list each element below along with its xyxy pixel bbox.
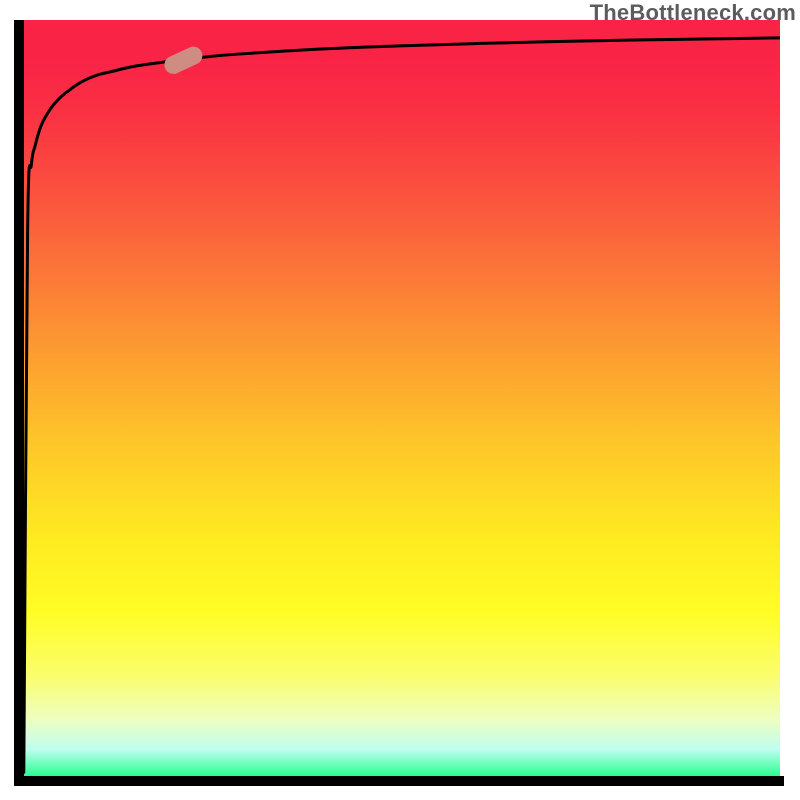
x-axis — [14, 776, 784, 786]
chart-root: TheBottleneck.com — [0, 0, 800, 800]
chart-axes — [0, 0, 800, 800]
watermark-text: TheBottleneck.com — [590, 0, 796, 26]
y-axis — [14, 20, 24, 780]
